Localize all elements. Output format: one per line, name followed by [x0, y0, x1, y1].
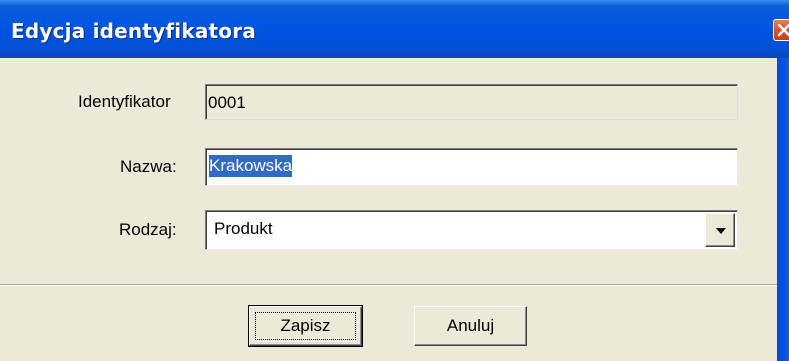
name-field[interactable]: Krakowska — [205, 148, 738, 186]
type-selected-value: Produkt — [214, 219, 273, 238]
close-icon — [777, 23, 789, 37]
identifier-label: Identyfikator — [78, 92, 171, 111]
cancel-button-label: Anuluj — [446, 316, 495, 335]
button-separator — [0, 284, 777, 286]
identifier-field: 0001 — [205, 84, 738, 120]
cancel-button[interactable]: Anuluj — [414, 306, 527, 346]
name-value-selected: Krakowska — [209, 155, 293, 177]
type-label: Rodzaj: — [119, 220, 177, 239]
close-button[interactable] — [773, 19, 789, 41]
name-label: Nazwa: — [120, 157, 177, 176]
type-select[interactable]: Produkt — [205, 210, 738, 250]
identifier-value: 0001 — [208, 93, 246, 112]
window-frame-right — [777, 58, 789, 361]
type-dropdown-button[interactable] — [705, 213, 735, 247]
title-bar[interactable]: Edycja identyfikatora — [0, 0, 789, 58]
save-button-label: Zapisz — [280, 316, 331, 335]
edit-identifier-dialog: Edycja identyfikatora Identyfikator 0001… — [0, 0, 789, 361]
chevron-down-icon — [716, 228, 726, 234]
window-title: Edycja identyfikatora — [11, 19, 256, 43]
save-button[interactable]: Zapisz — [248, 305, 363, 347]
